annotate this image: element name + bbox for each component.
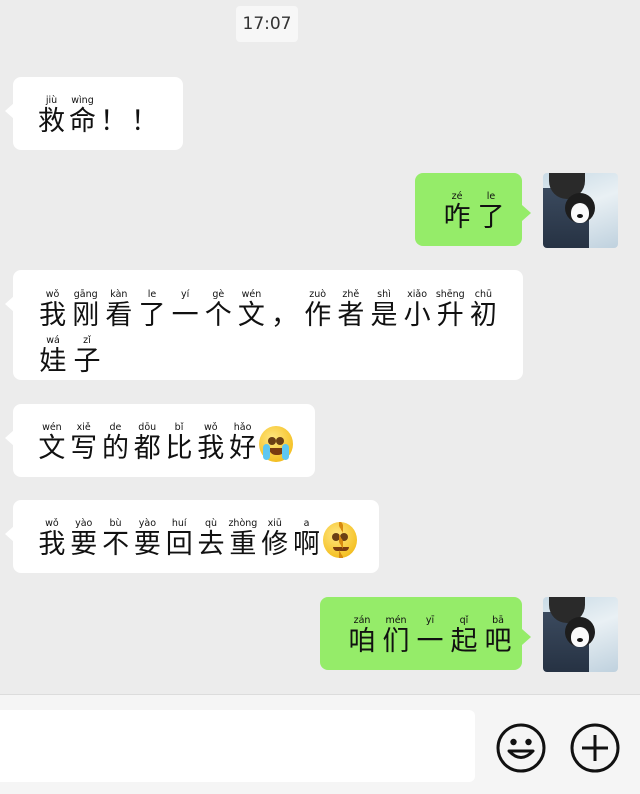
message-line: wén 文 xiě 写 de 的 dōu 都 bǐ 比 wǒ 我 hǎo 好 — [37, 421, 293, 464]
message-line: wá 娃 zǐ 子 — [39, 335, 101, 377]
message-bubble-self[interactable]: zé 咋 le 了 — [415, 173, 531, 246]
avatar[interactable] — [543, 173, 618, 248]
plus-circle-icon[interactable] — [569, 722, 621, 774]
message-line: zán 咱 mén 们 yī 一 qǐ 起 bā 吧 — [348, 615, 512, 657]
smiley-face-icon[interactable] — [495, 722, 547, 774]
message-bubble[interactable]: wǒ 我 gāng 刚 kàn 看 le 了 yí 一 gè 个 wén 文 ， zuò 作 z… — [5, 270, 523, 380]
message-line: jiù 救 wìng 命 ！ ！ — [38, 95, 158, 137]
input-toolbar — [0, 694, 640, 794]
message-line: wǒ 我 yào 要 bù 不 yào 要 huí 回 qù 去 zhòng 重 xiū 修 a… — [37, 517, 358, 560]
cracked-face-emoji — [323, 522, 358, 558]
message-line: wǒ 我 gāng 刚 kàn 看 le 了 yí 一 gè 个 wén 文 ， zuò 作 z… — [39, 289, 497, 331]
message-bubble-self[interactable]: zán 咱 mén 们 yī 一 qǐ 起 bā 吧 — [320, 597, 531, 670]
message-bubble[interactable]: wǒ 我 yào 要 bù 不 yào 要 huí 回 qù 去 zhòng 重 xiū 修 a… — [5, 500, 379, 573]
timestamp: 17:07 — [236, 6, 298, 42]
message-bubble[interactable]: wén 文 xiě 写 de 的 dōu 都 bǐ 比 wǒ 我 hǎo 好 — [5, 404, 315, 477]
message-bubble[interactable]: jiù 救 wìng 命 ！ ！ — [5, 77, 183, 150]
avatar[interactable] — [543, 597, 618, 672]
crying-face-emoji — [259, 426, 293, 462]
message-input[interactable] — [0, 710, 475, 782]
message-line: zé 咋 le 了 — [443, 191, 505, 233]
